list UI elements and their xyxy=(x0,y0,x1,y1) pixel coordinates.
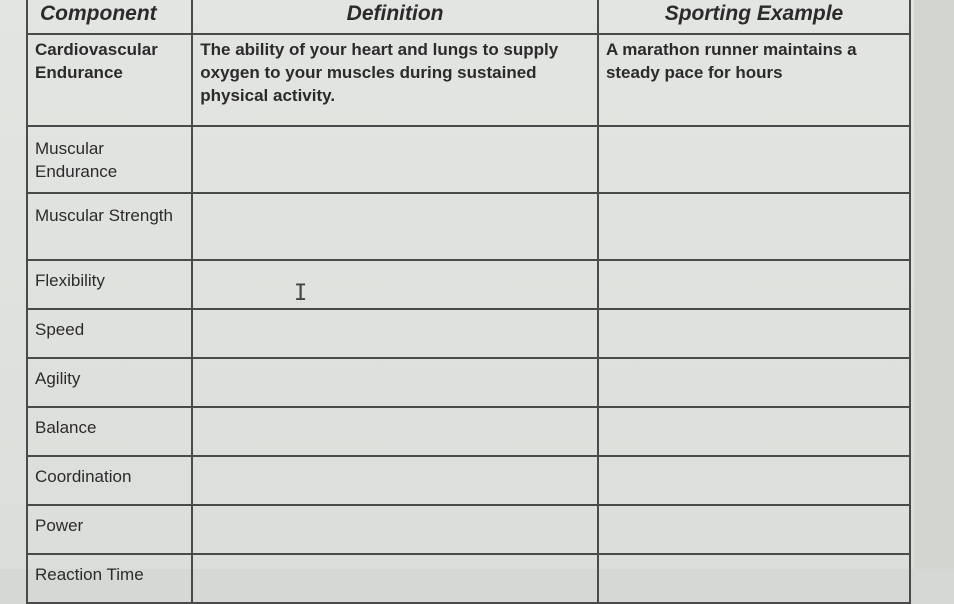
table-row: Muscular Strength xyxy=(25,192,912,261)
component-cell: Balance xyxy=(25,406,194,457)
header-example: Sporting Example xyxy=(596,0,912,35)
example-cell[interactable] xyxy=(596,455,912,506)
definition-cell[interactable] xyxy=(191,406,599,457)
definition-cell[interactable] xyxy=(191,125,599,194)
text-cursor-icon: I xyxy=(294,281,308,306)
header-component: Component xyxy=(25,0,194,35)
table-row: Reaction Time xyxy=(25,553,912,604)
example-cell[interactable] xyxy=(596,553,912,604)
component-cell: Cardiovascular Endurance xyxy=(25,33,194,127)
definition-cell[interactable] xyxy=(191,357,599,408)
example-cell[interactable] xyxy=(596,259,912,310)
definition-cell[interactable] xyxy=(191,192,599,261)
component-cell: Power xyxy=(25,504,194,555)
fitness-components-table: Component Definition Sporting Example Ca… xyxy=(25,0,912,604)
example-cell[interactable] xyxy=(596,406,912,457)
table-row: Coordination xyxy=(25,455,912,506)
component-cell: Muscular Strength xyxy=(25,192,194,261)
definition-cell[interactable] xyxy=(191,504,599,555)
example-cell[interactable]: A marathon runner maintains a steady pac… xyxy=(596,33,912,127)
definition-cell[interactable]: The ability of your heart and lungs to s… xyxy=(191,33,599,127)
example-cell[interactable] xyxy=(596,125,912,194)
definition-cell[interactable] xyxy=(191,259,599,310)
table-row: Muscular Endurance xyxy=(25,125,912,194)
header-row: Component Definition Sporting Example xyxy=(25,0,912,35)
component-cell: Coordination xyxy=(25,455,194,506)
definition-cell[interactable] xyxy=(191,455,599,506)
table-row: Flexibility xyxy=(25,259,912,310)
table-row: Agility xyxy=(25,357,912,408)
table-row: Speed xyxy=(25,308,912,359)
table-row: Balance xyxy=(25,406,912,457)
page-margin xyxy=(914,0,954,569)
example-cell[interactable] xyxy=(596,192,912,261)
component-cell: Speed xyxy=(25,308,194,359)
example-cell[interactable] xyxy=(596,357,912,408)
definition-cell[interactable] xyxy=(191,308,599,359)
component-cell: Agility xyxy=(25,357,194,408)
table-row: Power xyxy=(25,504,912,555)
example-cell[interactable] xyxy=(596,308,912,359)
component-cell: Reaction Time xyxy=(25,553,194,604)
table-row: Cardiovascular Endurance The ability of … xyxy=(25,33,912,127)
component-cell: Muscular Endurance xyxy=(25,125,194,194)
definition-cell[interactable] xyxy=(191,553,599,604)
header-definition: Definition xyxy=(191,0,599,35)
component-cell: Flexibility xyxy=(25,259,194,310)
example-cell[interactable] xyxy=(596,504,912,555)
